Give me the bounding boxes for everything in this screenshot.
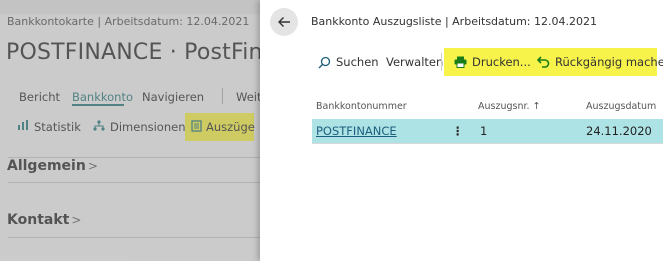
arrow-left-icon <box>278 17 290 27</box>
row-menu-icon[interactable]: ⋮ <box>452 119 464 143</box>
search-icon <box>318 56 331 68</box>
undo-icon <box>537 56 550 68</box>
row-divider <box>312 143 663 144</box>
search-label: Suchen <box>336 55 379 69</box>
column-header-auszugsdatum[interactable]: Auszugsdatum <box>586 101 656 112</box>
toolbar-divider <box>441 53 442 71</box>
undo-label: Rückgängig machen <box>555 55 663 69</box>
search-button[interactable]: Suchen <box>318 48 379 76</box>
auszugsnr-cell: 1 <box>480 124 488 138</box>
back-button[interactable] <box>270 8 298 36</box>
print-button[interactable]: Drucken... <box>454 48 531 76</box>
auszugsdatum-cell: 24.11.2020 <box>586 124 652 138</box>
column-header-auszugsnr[interactable]: Auszugsnr. ↑ <box>478 101 541 112</box>
verwalten-label: Verwalten <box>386 55 444 69</box>
panel-title: Bankkonto Auszugsliste | Arbeitsdatum: 1… <box>311 15 597 28</box>
auszugsliste-panel: Bankkonto Auszugsliste | Arbeitsdatum: 1… <box>260 0 663 261</box>
table-row[interactable]: POSTFINANCE ⋮ 1 24.11.2020 <box>312 119 663 143</box>
undo-button[interactable]: Rückgängig machen <box>537 48 663 76</box>
column-header-bankkontonummer[interactable]: Bankkontonummer <box>316 101 407 112</box>
verwalten-button[interactable]: Verwalten <box>386 48 443 76</box>
bankkontonummer-link[interactable]: POSTFINANCE <box>316 119 397 143</box>
printer-icon <box>454 56 467 68</box>
print-label: Drucken... <box>472 55 531 69</box>
